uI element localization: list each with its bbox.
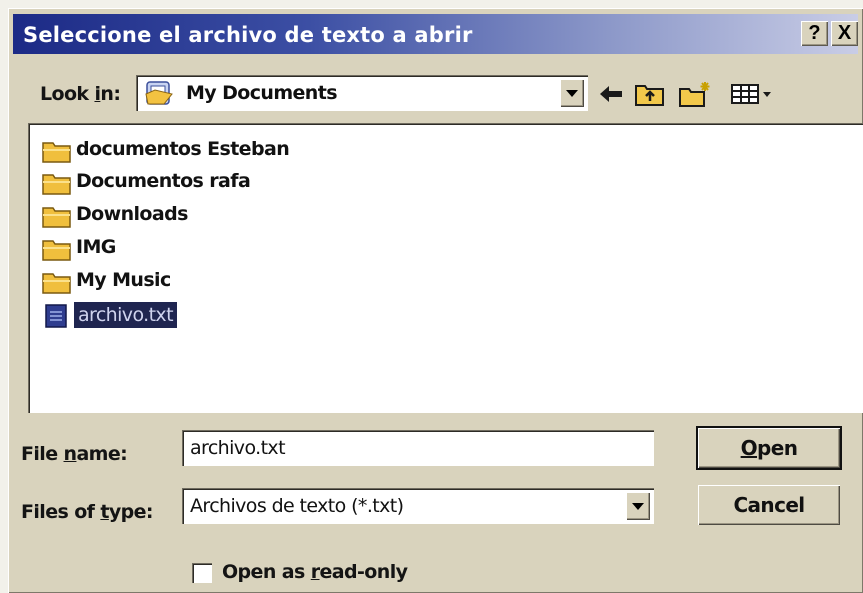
my-documents-icon xyxy=(145,81,173,105)
title-bar[interactable]: Seleccione el archivo de texto a abrir ?… xyxy=(13,14,858,54)
file-name: Downloads xyxy=(76,203,188,225)
file-name: documentos Esteban xyxy=(76,138,290,160)
text-file-icon xyxy=(45,304,67,328)
folder-icon xyxy=(42,142,71,163)
file-name: My Music xyxy=(76,269,171,291)
close-button[interactable]: X xyxy=(831,21,858,46)
new-folder-icon[interactable] xyxy=(678,81,712,107)
window-title: Seleccione el archivo de texto a abrir xyxy=(23,23,473,47)
read-only-label[interactable]: Open as read-only xyxy=(222,561,408,583)
file-name-label: File name: xyxy=(21,443,128,465)
back-arrow-icon[interactable] xyxy=(598,81,624,107)
file-list[interactable]: documentos Esteban Documentos rafa Downl… xyxy=(28,123,863,413)
read-only-checkbox[interactable] xyxy=(192,563,212,583)
help-button[interactable]: ? xyxy=(801,21,828,46)
folder-icon xyxy=(42,207,71,228)
open-button[interactable]: Open xyxy=(696,426,842,470)
look-in-dropdown-button[interactable] xyxy=(560,79,584,107)
cancel-button[interactable]: Cancel xyxy=(698,485,840,525)
file-name-input[interactable]: archivo.txt xyxy=(182,430,654,466)
file-name: Documentos rafa xyxy=(76,170,251,192)
file-type-select[interactable]: Archivos de texto (*.txt) xyxy=(182,488,654,524)
look-in-value: My Documents xyxy=(186,82,338,104)
file-name: archivo.txt xyxy=(74,302,177,328)
folder-icon xyxy=(42,240,71,261)
file-type-dropdown-button[interactable] xyxy=(626,492,650,520)
up-folder-icon[interactable] xyxy=(634,81,666,107)
look-in-combobox[interactable]: My Documents xyxy=(136,75,588,111)
folder-icon xyxy=(42,174,71,195)
file-type-value: Archivos de texto (*.txt) xyxy=(190,495,404,517)
file-name-value: archivo.txt xyxy=(190,437,286,459)
file-type-label: Files of type: xyxy=(21,501,154,523)
file-name: IMG xyxy=(76,236,116,258)
open-file-dialog: Seleccione el archivo de texto a abrir ?… xyxy=(8,8,863,593)
view-menu-icon[interactable] xyxy=(730,81,780,107)
look-in-label: Look in: xyxy=(40,83,121,105)
folder-icon xyxy=(42,273,71,294)
